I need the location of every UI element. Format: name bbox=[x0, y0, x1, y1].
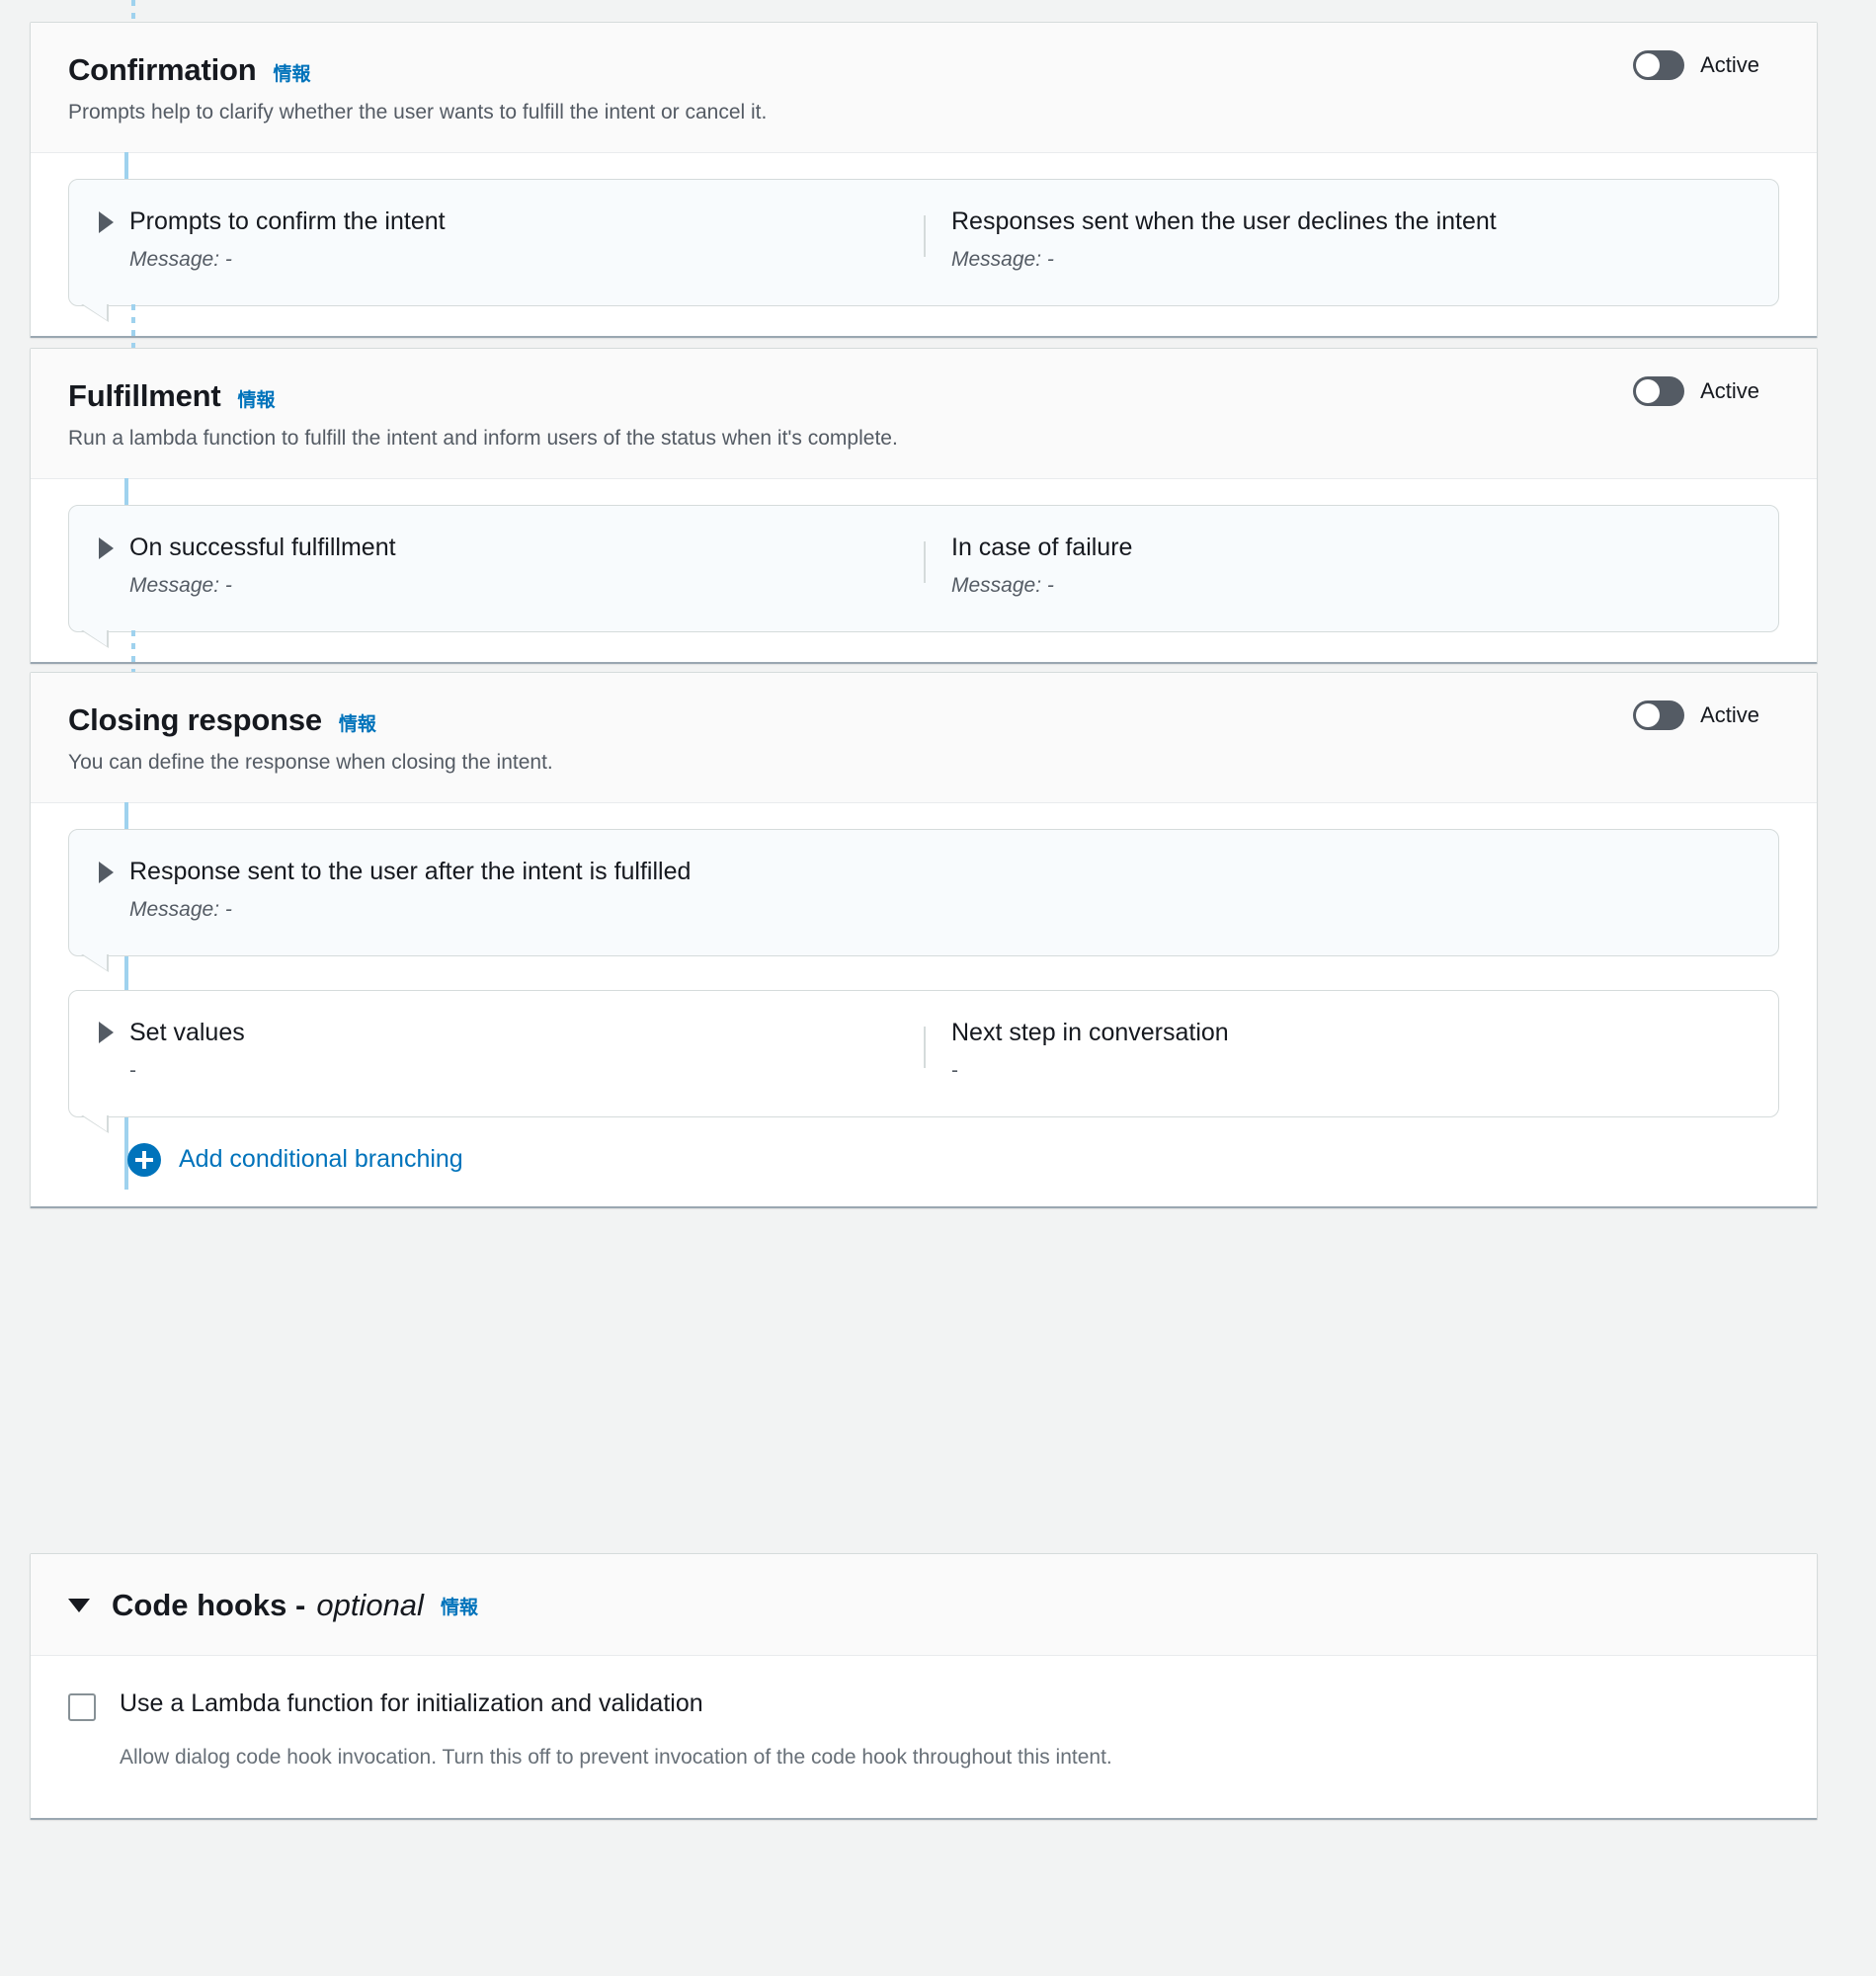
flow-connector-1 bbox=[131, 304, 135, 348]
confirmation-prompts-card[interactable]: Prompts to confirm the intent Message: -… bbox=[68, 179, 1779, 322]
code-hooks-optional-label: optional bbox=[316, 1588, 424, 1622]
section-code-hooks: Code hooks - optional 情報 Use a Lambda fu… bbox=[30, 1553, 1818, 1820]
intent-editor-page: Confirmation 情報 Prompts help to clarify … bbox=[0, 0, 1876, 1976]
fulfillment-card[interactable]: On successful fulfillment Message: - In … bbox=[68, 505, 1779, 648]
expand-caret-icon[interactable] bbox=[99, 861, 114, 883]
page-title: Confirmation bbox=[68, 52, 257, 87]
toggle-knob bbox=[1636, 379, 1661, 403]
closing-response-message-card[interactable]: Response sent to the user after the inte… bbox=[68, 829, 1779, 972]
add-conditional-branching-label: Add conditional branching bbox=[179, 1145, 463, 1174]
section-title: Closing response bbox=[68, 702, 322, 737]
flow-connector-fulfillment bbox=[124, 478, 128, 509]
lambda-init-validation-description: Allow dialog code hook invocation. Turn … bbox=[120, 1746, 1112, 1769]
add-conditional-branching-button[interactable]: Add conditional branching bbox=[127, 1142, 1779, 1177]
plus-circle-icon bbox=[127, 1142, 161, 1177]
info-link[interactable]: 情報 bbox=[273, 59, 310, 86]
expand-caret-icon[interactable] bbox=[99, 210, 114, 233]
card-title: Set values bbox=[129, 1019, 245, 1047]
closing-response-description: You can define the response when closing… bbox=[68, 751, 553, 774]
card-value: Message: - bbox=[129, 574, 232, 598]
code-hooks-header[interactable]: Code hooks - optional 情報 bbox=[31, 1554, 1817, 1656]
next-step-col[interactable]: Next step in conversation - bbox=[924, 1019, 1749, 1083]
set-values-col[interactable]: Set values - bbox=[99, 1019, 924, 1083]
code-hooks-title: Code hooks - bbox=[112, 1588, 306, 1622]
chevron-down-icon[interactable] bbox=[68, 1599, 90, 1612]
fulfillment-header: Fulfillment 情報 Run a lambda function to … bbox=[31, 349, 1817, 480]
card-value: Message: - bbox=[951, 248, 1054, 272]
closing-response-message-col[interactable]: Response sent to the user after the inte… bbox=[99, 858, 1749, 922]
flow-connector-top bbox=[131, 0, 135, 22]
confirmation-header: Confirmation 情報 Prompts help to clarify … bbox=[31, 23, 1817, 154]
confirmation-body: Prompts to confirm the intent Message: -… bbox=[31, 152, 1817, 337]
toggle-knob bbox=[1636, 703, 1661, 727]
closing-response-toggle-group[interactable]: Active bbox=[1633, 700, 1759, 730]
section-fulfillment: Fulfillment 情報 Run a lambda function to … bbox=[30, 348, 1818, 665]
card-value: Message: - bbox=[951, 574, 1054, 598]
info-link[interactable]: 情報 bbox=[238, 385, 276, 412]
confirmation-description: Prompts help to clarify whether the user… bbox=[68, 101, 768, 124]
fulfillment-active-toggle[interactable] bbox=[1633, 376, 1685, 406]
closing-response-toggle-label: Active bbox=[1700, 702, 1759, 727]
fulfillment-toggle-label: Active bbox=[1700, 378, 1759, 403]
card-title: Next step in conversation bbox=[951, 1019, 1229, 1047]
card-title: Responses sent when the user declines th… bbox=[951, 207, 1497, 236]
expand-caret-icon[interactable] bbox=[99, 1022, 114, 1044]
fulfillment-toggle-group[interactable]: Active bbox=[1633, 376, 1759, 406]
flow-connector-confirmation bbox=[124, 152, 128, 183]
card-value: - bbox=[129, 1058, 136, 1082]
fulfillment-body: On successful fulfillment Message: - In … bbox=[31, 478, 1817, 663]
confirmation-prompts-col[interactable]: Prompts to confirm the intent Message: - bbox=[99, 207, 924, 272]
info-link[interactable]: 情報 bbox=[339, 709, 376, 736]
card-title: On successful fulfillment bbox=[129, 534, 396, 562]
closing-response-setvalues-card[interactable]: Set values - Next step in conversation - bbox=[68, 990, 1779, 1133]
confirmation-toggle-group[interactable]: Active bbox=[1633, 50, 1759, 80]
section-title: Fulfillment bbox=[68, 378, 221, 413]
fulfillment-failure-col[interactable]: In case of failure Message: - bbox=[924, 534, 1749, 598]
lambda-init-validation-label: Use a Lambda function for initialization… bbox=[120, 1689, 703, 1717]
section-closing-response: Closing response 情報 You can define the r… bbox=[30, 672, 1818, 1208]
confirmation-toggle-label: Active bbox=[1700, 52, 1759, 77]
card-value: - bbox=[951, 1058, 958, 1082]
section-confirmation: Confirmation 情報 Prompts help to clarify … bbox=[30, 22, 1818, 339]
confirmation-decline-col[interactable]: Responses sent when the user declines th… bbox=[924, 207, 1749, 272]
flow-connector-2 bbox=[131, 630, 135, 672]
card-title: Prompts to confirm the intent bbox=[129, 207, 446, 236]
card-title: In case of failure bbox=[951, 534, 1133, 562]
code-hooks-body: Use a Lambda function for initialization… bbox=[31, 1656, 1817, 1818]
toggle-knob bbox=[1636, 53, 1661, 77]
card-value: Message: - bbox=[129, 898, 232, 922]
closing-response-body: Response sent to the user after the inte… bbox=[31, 802, 1817, 1206]
fulfillment-description: Run a lambda function to fulfill the int… bbox=[68, 427, 898, 450]
card-value: Message: - bbox=[129, 248, 232, 272]
closing-response-active-toggle[interactable] bbox=[1633, 700, 1685, 730]
lambda-init-validation-checkbox[interactable] bbox=[68, 1693, 96, 1721]
confirmation-active-toggle[interactable] bbox=[1633, 50, 1685, 80]
fulfillment-success-col[interactable]: On successful fulfillment Message: - bbox=[99, 534, 924, 598]
closing-response-header: Closing response 情報 You can define the r… bbox=[31, 673, 1817, 804]
info-link[interactable]: 情報 bbox=[441, 1593, 478, 1619]
expand-caret-icon[interactable] bbox=[99, 536, 114, 559]
card-title: Response sent to the user after the inte… bbox=[129, 858, 692, 886]
